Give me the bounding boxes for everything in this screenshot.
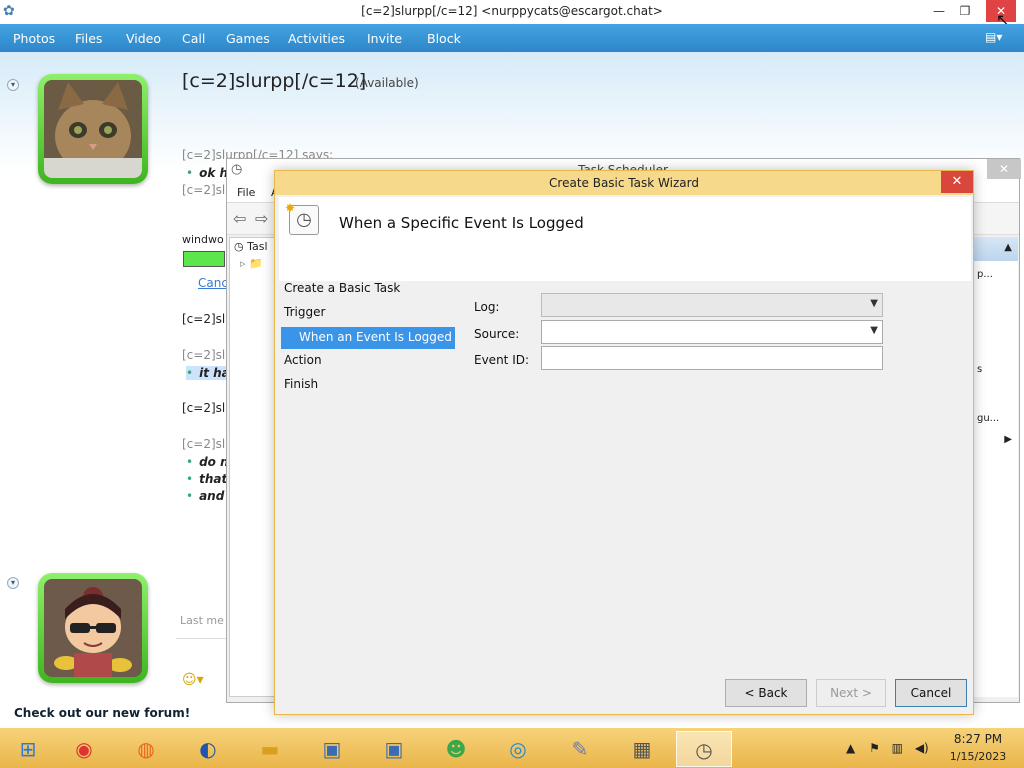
step-trigger: Trigger (284, 305, 326, 319)
actions-collapse-icon[interactable]: ▲ (973, 237, 1018, 261)
collapse-self-icon[interactable]: ▾ (7, 577, 19, 589)
messenger-window-title: [c=2]slurpp[/c=12] <nurppycats@escargot.… (361, 4, 663, 18)
wizard-close-button[interactable]: ✕ (941, 171, 973, 193)
back-button[interactable]: < Back (725, 679, 807, 707)
tree-library-item[interactable]: ▹ 📁 (230, 255, 276, 272)
edge-icon[interactable]: ◎ (490, 731, 546, 767)
start-icon[interactable]: ⊞ (0, 731, 56, 767)
system-tray: ▲ ⚑ ▥ ◀) (846, 741, 929, 755)
contact-status: (Available) (355, 76, 419, 90)
chevron-down-icon: ▼ (870, 325, 878, 336)
step-when-event-logged: When an Event Is Logged (281, 327, 455, 349)
show-hidden-icons-icon[interactable]: ▲ (846, 741, 855, 755)
folder-icon[interactable]: ▬ (242, 731, 298, 767)
tree-root-item[interactable]: ◷ Tasl (230, 238, 276, 255)
cancel-transfer-link[interactable]: Canc (198, 276, 228, 290)
menu-block[interactable]: Block (427, 31, 461, 46)
wizard-header: ◷ ✸ When a Specific Event Is Logged (279, 197, 971, 281)
cartoon-avatar-image (44, 579, 142, 677)
wizard-titlebar: Create Basic Task Wizard ✕ (275, 171, 973, 195)
clock-icon[interactable]: ◷ (676, 731, 732, 767)
file-transfer-progress (183, 251, 225, 267)
submenu-arrow-icon[interactable]: ▶ (973, 424, 1018, 445)
menu-invite[interactable]: Invite (367, 31, 402, 46)
kitten-avatar-image (44, 80, 142, 178)
step-finish: Finish (284, 377, 319, 391)
menu-video[interactable]: Video (126, 31, 161, 46)
obama-icon[interactable]: ◐ (180, 731, 236, 767)
chat-message: do n (186, 455, 229, 469)
maximize-button[interactable]: ❐ (950, 0, 980, 22)
clock-date[interactable]: 1/15/2023 (948, 750, 1008, 763)
emoticon-picker-icon[interactable]: ☺▾ (182, 672, 204, 688)
log-label: Log: (474, 300, 500, 314)
clock-time[interactable]: 8:27 PM (948, 732, 1008, 746)
volume-icon[interactable]: ◀) (915, 741, 929, 755)
chat-sender-name: [c=2]sl (182, 183, 226, 197)
forward-arrow-icon[interactable]: ⇨ (255, 209, 268, 228)
chat-message: ok h (186, 166, 228, 180)
chevron-down-icon: ▼ (870, 298, 878, 309)
self-avatar[interactable] (38, 573, 148, 683)
actions-snippet[interactable]: p... (973, 261, 1018, 280)
ts-menu-file[interactable]: File (237, 186, 255, 199)
contact-avatar[interactable] (38, 74, 148, 184)
file-transfer-name: windwo (182, 233, 224, 246)
messenger-contacts-icon[interactable]: ☻ (428, 731, 484, 767)
actions-snippet[interactable]: s (973, 280, 1018, 375)
chat-sender-name: [c=2]sl (182, 401, 226, 415)
tree-root-label: Tasl (247, 240, 268, 253)
event-id-input[interactable] (541, 346, 883, 370)
source-label: Source: (474, 327, 520, 341)
task-scheduler-tree: ◷ Tasl ▹ 📁 (229, 237, 277, 697)
flag-icon[interactable]: ⚑ (869, 741, 880, 755)
step-action: Action (284, 353, 322, 367)
event-id-label: Event ID: (474, 353, 530, 367)
network-icon[interactable]: ▥ (892, 741, 903, 755)
chat-sender-name: [c=2]sl (182, 437, 226, 451)
next-button[interactable]: Next > (816, 679, 886, 707)
chat-message-selected[interactable]: it ha (186, 366, 230, 380)
task-scheduler-close-button[interactable]: ✕ (987, 159, 1021, 179)
actions-snippet[interactable]: gu... (973, 375, 1018, 424)
chat-sender-name: [c=2]sl (182, 348, 226, 362)
chat-sender-name: [c=2]sl (182, 312, 226, 326)
menu-activities[interactable]: Activities (288, 31, 345, 46)
menu-call[interactable]: Call (182, 31, 205, 46)
messenger-menu-bar: Photos Files Video Call Games Activities… (0, 24, 1024, 52)
messenger-titlebar: ✿ [c=2]slurpp[/c=12] <nurppycats@escargo… (0, 0, 1024, 29)
options-menu-icon[interactable]: ▤▾ (985, 30, 1002, 44)
paint-icon[interactable]: ✎ (552, 731, 608, 767)
menu-photos[interactable]: Photos (13, 31, 55, 46)
chat-message: that (186, 472, 227, 486)
wizard-page-heading: When a Specific Event Is Logged (339, 214, 584, 232)
forum-promo-link[interactable]: Check out our new forum! (14, 706, 190, 720)
menu-games[interactable]: Games (226, 31, 270, 46)
back-arrow-icon[interactable]: ⇦ (233, 209, 246, 228)
new-task-sparkle-icon: ✸ (285, 201, 296, 215)
chat-message: and (186, 489, 224, 503)
wizard-title: Create Basic Task Wizard (549, 176, 699, 190)
log-dropdown[interactable]: ▼ (541, 293, 883, 317)
step-create-basic-task: Create a Basic Task (284, 281, 401, 295)
create-basic-task-wizard: Create Basic Task Wizard ✕ ◷ ✸ When a Sp… (274, 170, 974, 715)
source-dropdown[interactable]: ▼ (541, 320, 883, 344)
network-computer-icon[interactable]: ▣ (304, 731, 360, 767)
chrome-icon[interactable]: ◉ (56, 731, 112, 767)
menu-files[interactable]: Files (75, 31, 102, 46)
collapse-contact-icon[interactable]: ▾ (7, 79, 19, 91)
task-scheduler-actions-pane: ▲ p... s gu... ▶ (972, 237, 1018, 697)
firefox-icon[interactable]: ◍ (118, 731, 174, 767)
calendar-icon[interactable]: ▦ (614, 731, 670, 767)
remote-desktop-icon[interactable]: ▣ (366, 731, 422, 767)
clock-icon: ◷ (234, 240, 244, 253)
contact-name: [c=2]slurpp[/c=12] (182, 70, 367, 92)
last-message-info: Last me (180, 614, 224, 627)
cancel-button[interactable]: Cancel (895, 679, 967, 707)
